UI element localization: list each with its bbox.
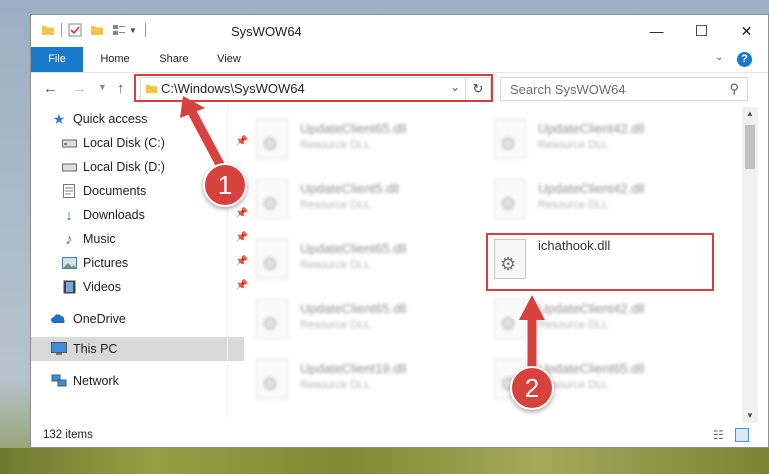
arrow-1 — [180, 96, 229, 177]
step-marker-1: 1 — [203, 163, 247, 207]
annotation-arrows — [180, 96, 545, 373]
arrow-2 — [519, 295, 545, 373]
step-marker-2: 2 — [510, 366, 554, 410]
